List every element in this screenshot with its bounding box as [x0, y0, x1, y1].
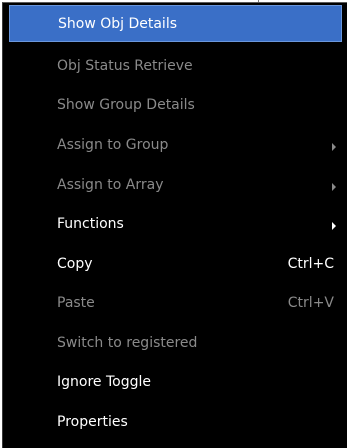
- menu-item-properties[interactable]: Properties: [9, 404, 342, 441]
- menu-item-label: Assign to Group: [57, 137, 169, 153]
- menu-item-label: Properties: [57, 414, 128, 430]
- menu-item-assign-to-array[interactable]: Assign to Array: [9, 167, 342, 204]
- menu-item-copy[interactable]: Copy Ctrl+C: [9, 246, 342, 283]
- menu-item-label: Assign to Array: [57, 177, 164, 193]
- menu-item-shortcut: Ctrl+C: [287, 256, 334, 272]
- menu-item-switch-to-registered[interactable]: Switch to registered: [9, 325, 342, 362]
- context-menu: Show Obj Details Obj Status Retrieve Sho…: [2, 2, 347, 448]
- menu-item-paste[interactable]: Paste Ctrl+V: [9, 285, 342, 322]
- menu-item-label: Ignore Toggle: [57, 374, 151, 390]
- menu-item-ignore-toggle[interactable]: Ignore Toggle: [9, 364, 342, 401]
- menu-item-assign-to-group[interactable]: Assign to Group: [9, 127, 342, 164]
- menu-item-show-group-details[interactable]: Show Group Details: [9, 87, 342, 124]
- menu-item-label: Show Group Details: [57, 97, 195, 113]
- screen: Show Obj Details Obj Status Retrieve Sho…: [0, 0, 347, 448]
- menu-item-shortcut: Ctrl+V: [287, 295, 334, 311]
- menu-item-label: Switch to registered: [57, 335, 198, 351]
- submenu-arrow-icon: [332, 143, 336, 151]
- submenu-arrow-icon: [332, 183, 336, 191]
- menu-item-label: Show Obj Details: [58, 16, 178, 32]
- menu-item-obj-status-retrieve[interactable]: Obj Status Retrieve: [9, 48, 342, 85]
- menu-item-label: Functions: [57, 216, 124, 232]
- menu-item-show-obj-details[interactable]: Show Obj Details: [9, 5, 342, 42]
- menu-item-label: Copy: [57, 256, 93, 272]
- submenu-arrow-icon: [332, 222, 336, 230]
- menu-item-functions[interactable]: Functions: [9, 206, 342, 243]
- menu-item-label: Obj Status Retrieve: [57, 58, 193, 74]
- menu-item-label: Paste: [57, 295, 95, 311]
